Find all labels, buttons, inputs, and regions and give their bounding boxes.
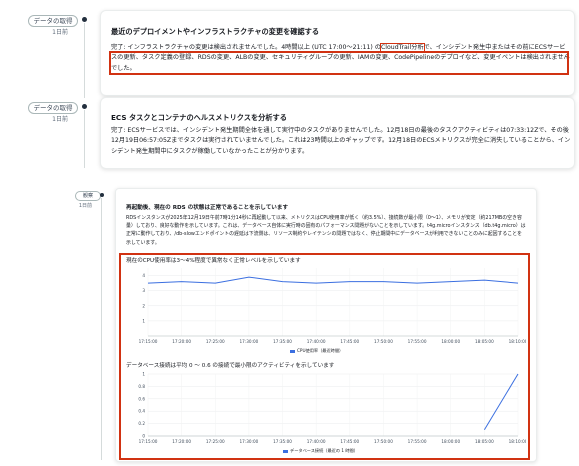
y-tick-label: 0.2 bbox=[138, 421, 145, 426]
timeline-line bbox=[101, 198, 102, 460]
x-tick-label: 17:35:00 bbox=[273, 439, 292, 444]
x-tick-label: 17:25:00 bbox=[206, 439, 225, 444]
timestamp: 1日前 bbox=[52, 116, 68, 123]
card-text: RDSインスタンスが2025年12月19日午前7時1分14秒に再起動して以来、メ… bbox=[126, 215, 526, 246]
card-title: ECS タスクとコンテナのヘルスメトリクスを分析する bbox=[111, 113, 287, 122]
y-tick-label: 0.4 bbox=[138, 409, 145, 414]
series-line bbox=[147, 276, 519, 284]
y-tick-label: 0.6 bbox=[138, 396, 145, 401]
timestamp: 1日前 bbox=[52, 29, 68, 36]
y-tick-label: 1 bbox=[142, 318, 145, 323]
status-badge: データの取得 bbox=[28, 15, 78, 27]
db-legend: データベース接続（最近の 1 時間） bbox=[283, 448, 358, 454]
x-tick-label: 17:50:00 bbox=[374, 439, 393, 444]
legend-swatch bbox=[283, 449, 288, 453]
legend-label: データベース接続（最近の 1 時間） bbox=[290, 448, 358, 453]
x-tick-label: 17:15:00 bbox=[139, 339, 158, 344]
status-badge: 観察 bbox=[75, 191, 101, 201]
y-tick-label: 2 bbox=[142, 303, 145, 308]
legend-swatch bbox=[290, 349, 295, 353]
cloudtrail-highlight: CloudTrail分析 bbox=[379, 43, 425, 52]
legend-label: CPU使用率（最近時間） bbox=[297, 348, 344, 353]
x-tick-label: 18:10:00 bbox=[509, 439, 526, 444]
cpu-legend: CPU使用率（最近時間） bbox=[290, 348, 343, 354]
cpu-chart-title: 現在のCPU使用率は3〜4%程度で異常なく正常レベルを示しています bbox=[126, 258, 301, 264]
x-tick-label: 17:40:00 bbox=[307, 339, 326, 344]
x-tick-label: 17:45:00 bbox=[340, 339, 359, 344]
timeline-line bbox=[84, 110, 85, 168]
x-tick-label: 17:20:00 bbox=[172, 439, 191, 444]
timeline-line bbox=[84, 23, 85, 98]
card-title: 再起動後、現在の RDS の状態は正常であることを示しています bbox=[126, 205, 289, 211]
x-tick-label: 17:15:00 bbox=[139, 439, 158, 444]
x-tick-label: 17:50:00 bbox=[374, 339, 393, 344]
x-tick-label: 17:25:00 bbox=[206, 339, 225, 344]
status-badge: データの取得 bbox=[28, 102, 78, 114]
x-tick-label: 17:35:00 bbox=[273, 339, 292, 344]
x-tick-label: 17:30:00 bbox=[240, 439, 259, 444]
series-line bbox=[483, 373, 519, 431]
x-tick-label: 17:40:00 bbox=[307, 439, 326, 444]
x-tick-label: 17:45:00 bbox=[340, 439, 359, 444]
x-tick-label: 18:00:00 bbox=[441, 439, 460, 444]
step-card: ECS タスクとコンテナのヘルスメトリクスを分析する 完了: ECSサービスでは… bbox=[100, 97, 575, 169]
x-tick-label: 17:20:00 bbox=[172, 339, 191, 344]
text-segment: 完了: インフラストラクチャの変更は検出されませんでした。4時間以上 (UTC … bbox=[111, 44, 381, 51]
highlight-box bbox=[109, 51, 569, 75]
timeline-dot bbox=[82, 17, 87, 22]
cpu-chart: 1 2 3 4 17:15:00 17:20:00 17:25:00 17:30:00 17:3… bbox=[139, 268, 526, 344]
y-tick-label: 0 bbox=[142, 434, 145, 439]
timeline-dot bbox=[100, 193, 104, 197]
x-tick-label: 18:10:00 bbox=[509, 339, 526, 344]
x-tick-label: 17:30:00 bbox=[240, 339, 259, 344]
x-tick-label: 18:05:00 bbox=[475, 339, 494, 344]
timestamp: 1日前 bbox=[78, 203, 92, 209]
y-tick-label: 1 bbox=[142, 372, 145, 377]
x-tick-label: 17:55:00 bbox=[408, 439, 427, 444]
x-tick-label: 18:00:00 bbox=[441, 339, 460, 344]
y-tick-label: 4 bbox=[142, 273, 145, 278]
timeline-dot bbox=[82, 104, 87, 109]
db-chart-title: データベース接続は平均 0 〜 0.6 の接続で最小限のアクティビティを示してい… bbox=[126, 363, 335, 369]
card-text: 完了: ECSサービスでは、インシデント発生期間全体を通して実行中のタスクがあり… bbox=[111, 127, 571, 155]
card-title: 最近のデプロイメントやインフラストラクチャの変更を確認する bbox=[111, 27, 320, 36]
db-chart: 0 0.2 0.4 0.6 0.8 1 17:15:00 17:20:00 17:25:00 17… bbox=[138, 372, 526, 445]
y-tick-label: 0.8 bbox=[138, 384, 145, 389]
y-tick-label: 3 bbox=[142, 288, 145, 293]
x-tick-label: 17:55:00 bbox=[408, 339, 427, 344]
step-card: 最近のデプロイメントやインフラストラクチャの変更を確認する 完了: インフラスト… bbox=[100, 10, 575, 96]
x-tick-label: 18:05:00 bbox=[475, 439, 494, 444]
